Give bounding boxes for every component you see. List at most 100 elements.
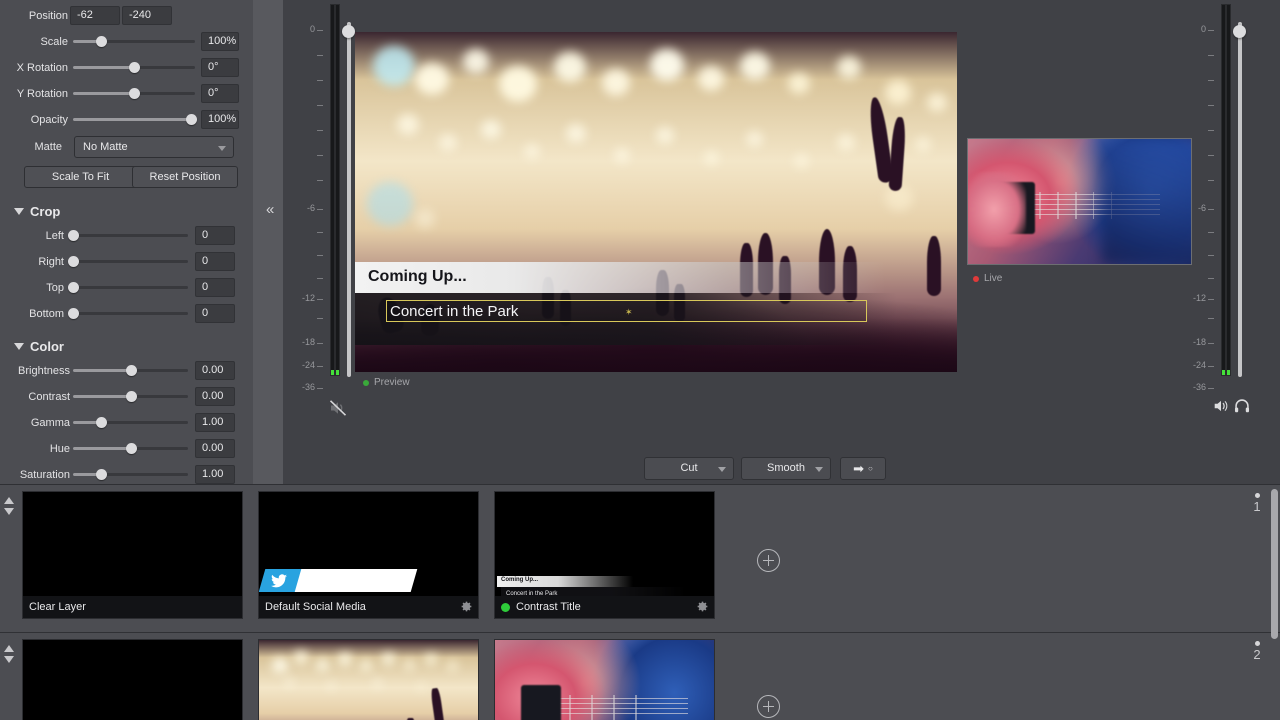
crop-right-label: Right bbox=[38, 256, 64, 268]
move-down-icon[interactable] bbox=[4, 508, 14, 515]
position-y-input[interactable]: -240 bbox=[122, 6, 172, 25]
move-down-icon[interactable] bbox=[4, 656, 14, 663]
gamma-slider[interactable] bbox=[73, 417, 188, 428]
contrast-input[interactable]: 0.00 bbox=[195, 387, 235, 406]
crop-section-header[interactable]: Crop bbox=[14, 204, 60, 219]
add-layer-button-row-2[interactable] bbox=[757, 695, 780, 718]
layers-panel-scrollbar[interactable] bbox=[1271, 489, 1278, 639]
crop-bottom-slider[interactable] bbox=[68, 308, 188, 319]
crop-section-title: Crop bbox=[30, 204, 61, 219]
crop-top-slider[interactable] bbox=[68, 282, 188, 293]
layer-thumb-default-social-media[interactable]: Default Social Media bbox=[258, 491, 479, 619]
layer-thumb-row2-black[interactable] bbox=[22, 639, 243, 720]
hue-slider-knob[interactable] bbox=[125, 443, 137, 454]
overlay-title-textbox[interactable]: Concert in the Park ✶ bbox=[386, 300, 867, 322]
live-monitor[interactable] bbox=[967, 138, 1192, 265]
meter-tick-0: 0 bbox=[1200, 24, 1206, 34]
move-up-icon[interactable] bbox=[4, 645, 14, 652]
position-x-input[interactable]: -62 bbox=[70, 6, 120, 25]
live-video-image bbox=[968, 139, 1191, 264]
scale-slider[interactable] bbox=[73, 36, 195, 47]
speaker-icon[interactable] bbox=[1212, 397, 1230, 415]
gear-icon[interactable] bbox=[460, 600, 473, 613]
reset-position-button[interactable]: Reset Position bbox=[132, 166, 238, 188]
gear-icon[interactable] bbox=[696, 600, 709, 613]
layer-row-index-2: 2 bbox=[1248, 641, 1266, 662]
scale-label: Scale bbox=[40, 36, 68, 48]
live-volume-fader-knob[interactable] bbox=[1233, 25, 1246, 38]
gamma-input[interactable]: 1.00 bbox=[195, 413, 235, 432]
layer-thumb-bar: Contrast Title bbox=[495, 596, 714, 618]
layer-thumb-row2-guitar[interactable] bbox=[494, 639, 715, 720]
x-rotation-slider-knob[interactable] bbox=[129, 62, 140, 73]
y-rotation-slider-knob[interactable] bbox=[129, 88, 140, 99]
x-rotation-slider[interactable] bbox=[73, 62, 195, 73]
crop-bottom-slider-knob[interactable] bbox=[68, 308, 79, 319]
preview-volume-fader[interactable] bbox=[347, 22, 351, 377]
muted-speaker-icon[interactable] bbox=[328, 398, 348, 418]
y-rotation-value-input[interactable]: 0° bbox=[201, 84, 239, 103]
meter-tick-24: -24 bbox=[1192, 360, 1206, 370]
take-transition-button[interactable]: ➡ ○ bbox=[840, 457, 886, 480]
live-volume-fader[interactable] bbox=[1238, 22, 1242, 377]
preview-meter-scale: 0 -6 -12 -18 -24 -36 bbox=[297, 0, 323, 392]
add-layer-button-row-1[interactable] bbox=[757, 549, 780, 572]
crop-left-label: Left bbox=[45, 230, 64, 242]
y-rotation-slider[interactable] bbox=[73, 88, 195, 99]
transition-style-dropdown[interactable]: Smooth bbox=[741, 457, 831, 480]
matte-dropdown[interactable]: No Matte bbox=[74, 136, 234, 158]
saturation-slider-knob[interactable] bbox=[95, 469, 107, 480]
overlay-title-handle[interactable]: ✶ bbox=[625, 308, 633, 317]
crop-left-input[interactable]: 0 bbox=[195, 226, 235, 245]
hue-input[interactable]: 0.00 bbox=[195, 439, 235, 458]
layer-thumb-clear-layer[interactable]: Clear Layer bbox=[22, 491, 243, 619]
crop-right-slider-knob[interactable] bbox=[68, 256, 79, 267]
crop-top-slider-knob[interactable] bbox=[68, 282, 79, 293]
opacity-value-input[interactable]: 100% bbox=[201, 110, 239, 129]
crop-top-input[interactable]: 0 bbox=[195, 278, 235, 297]
live-audio-meter: 0 -6 -12 -18 -24 -36 bbox=[1188, 0, 1250, 413]
collapse-panel-icon[interactable]: « bbox=[266, 202, 274, 217]
move-up-icon[interactable] bbox=[4, 497, 14, 504]
opacity-slider[interactable] bbox=[73, 114, 198, 125]
x-rotation-value-input[interactable]: 0° bbox=[201, 58, 239, 77]
preview-volume-fader-knob[interactable] bbox=[342, 25, 355, 38]
preview-monitor[interactable]: Coming Up... Concert in the Park ✶ bbox=[355, 32, 957, 372]
saturation-input[interactable]: 1.00 bbox=[195, 465, 235, 484]
layer-row-1-arrows[interactable] bbox=[0, 485, 18, 515]
live-status-dot bbox=[973, 275, 979, 282]
live-monitor-label: Live bbox=[973, 273, 1002, 284]
brightness-slider[interactable] bbox=[73, 365, 188, 376]
brightness-slider-knob[interactable] bbox=[125, 365, 137, 376]
crop-right-slider[interactable] bbox=[68, 256, 188, 267]
scale-value-input[interactable]: 100% bbox=[201, 32, 239, 51]
contrast-slider-knob[interactable] bbox=[125, 391, 137, 402]
layer-row-2-arrows[interactable] bbox=[0, 633, 18, 663]
meter-tick-6: -6 bbox=[1197, 203, 1206, 213]
crop-right-input[interactable]: 0 bbox=[195, 252, 235, 271]
scale-to-fit-button[interactable]: Scale To Fit bbox=[24, 166, 137, 188]
hue-slider[interactable] bbox=[73, 443, 188, 454]
y-rotation-slider-fill bbox=[73, 92, 134, 95]
layer-thumb-image bbox=[259, 640, 478, 720]
headphones-icon[interactable] bbox=[1233, 397, 1251, 415]
crop-left-slider-knob[interactable] bbox=[68, 230, 79, 241]
layer-thumb-row2-crowd[interactable] bbox=[258, 639, 479, 720]
crop-bottom-input[interactable]: 0 bbox=[195, 304, 235, 323]
gamma-slider-knob[interactable] bbox=[95, 417, 107, 428]
opacity-slider-fill bbox=[73, 118, 192, 121]
meter-tick-36: -36 bbox=[1192, 382, 1206, 392]
transition-type-dropdown[interactable]: Cut bbox=[644, 457, 734, 480]
opacity-slider-knob[interactable] bbox=[186, 114, 198, 125]
scale-slider-knob[interactable] bbox=[96, 36, 108, 47]
contrast-slider[interactable] bbox=[73, 391, 188, 402]
saturation-slider[interactable] bbox=[73, 469, 188, 480]
layer-thumb-bar: Default Social Media bbox=[259, 596, 478, 618]
layer-thumb-contrast-title[interactable]: Coming Up... Concert in the Park Contras… bbox=[494, 491, 715, 619]
crop-left-slider[interactable] bbox=[68, 230, 188, 241]
live-label-text: Live bbox=[984, 273, 1003, 284]
color-section-header[interactable]: Color bbox=[14, 339, 64, 354]
meter-tick-0: 0 bbox=[309, 24, 315, 34]
brightness-input[interactable]: 0.00 bbox=[195, 361, 235, 380]
meter-tick-24: -24 bbox=[301, 360, 315, 370]
